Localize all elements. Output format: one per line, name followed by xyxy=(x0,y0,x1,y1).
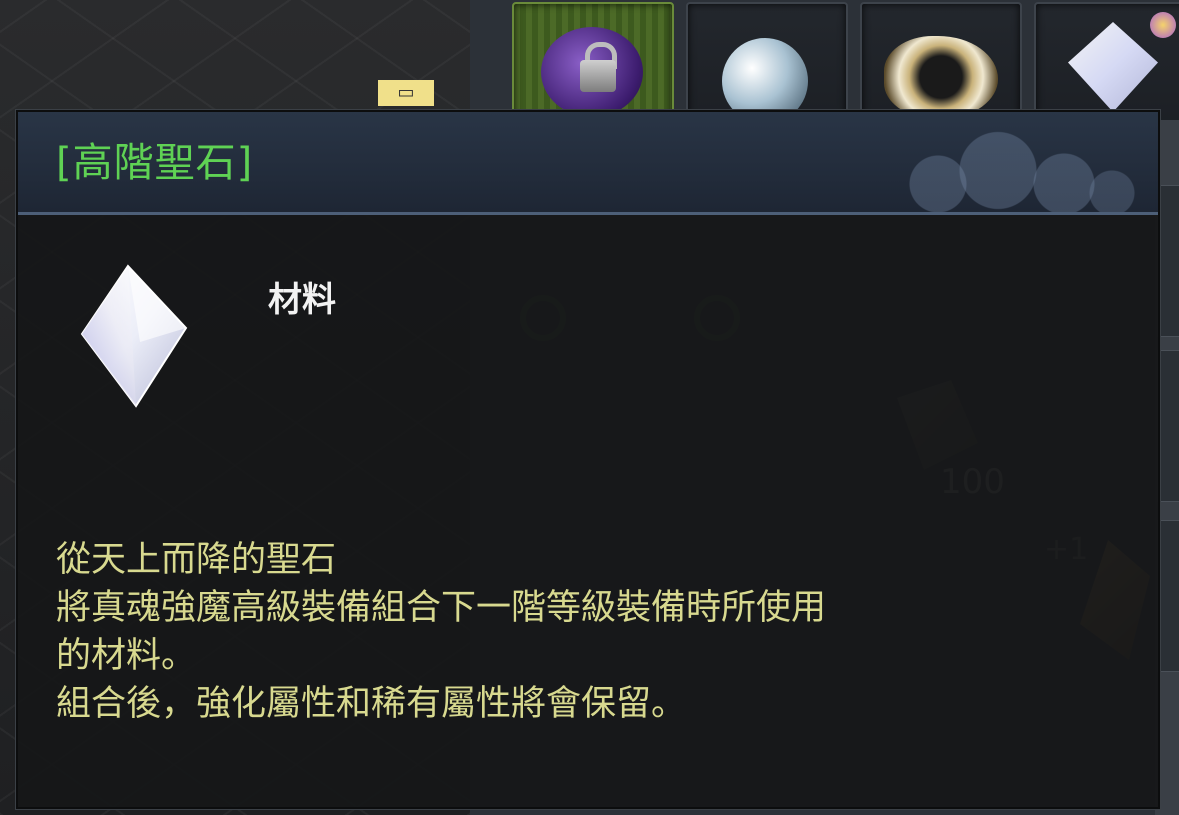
description-line: 從天上而降的聖石 xyxy=(56,540,337,580)
side-tab-button[interactable] xyxy=(1157,520,1179,672)
lock-icon xyxy=(580,60,616,92)
description-line: 將真魂強魔高級裝備組合下一階等級裝備時所使用 xyxy=(56,588,827,628)
tooltip-header: [高階聖石] xyxy=(18,112,1158,215)
description-line: 組合後，強化屬性和稀有屬性將會保留。 xyxy=(56,684,687,724)
item-title: [高階聖石] xyxy=(56,140,254,186)
side-tab-button[interactable] xyxy=(1157,350,1179,502)
cloud-ornament-icon xyxy=(848,130,1148,212)
description-line: 的材料。 xyxy=(56,636,197,676)
crystal-icon xyxy=(80,264,188,408)
item-description: 從天上而降的聖石 將真魂強魔高級裝備組合下一階等級裝備時所使用 的材料。 組合後… xyxy=(56,536,1116,728)
side-tab-button[interactable] xyxy=(1157,185,1179,337)
item-tooltip: [高階聖石] 材料 從天上而降的聖石 將真魂強魔高級裝備組合下一階等級裝備時所使… xyxy=(16,110,1160,809)
item-type: 材料 xyxy=(268,280,336,320)
equip-tag-icon: ▭ xyxy=(378,80,434,106)
star-badge-icon xyxy=(1150,12,1176,38)
ore-icon xyxy=(884,36,998,118)
